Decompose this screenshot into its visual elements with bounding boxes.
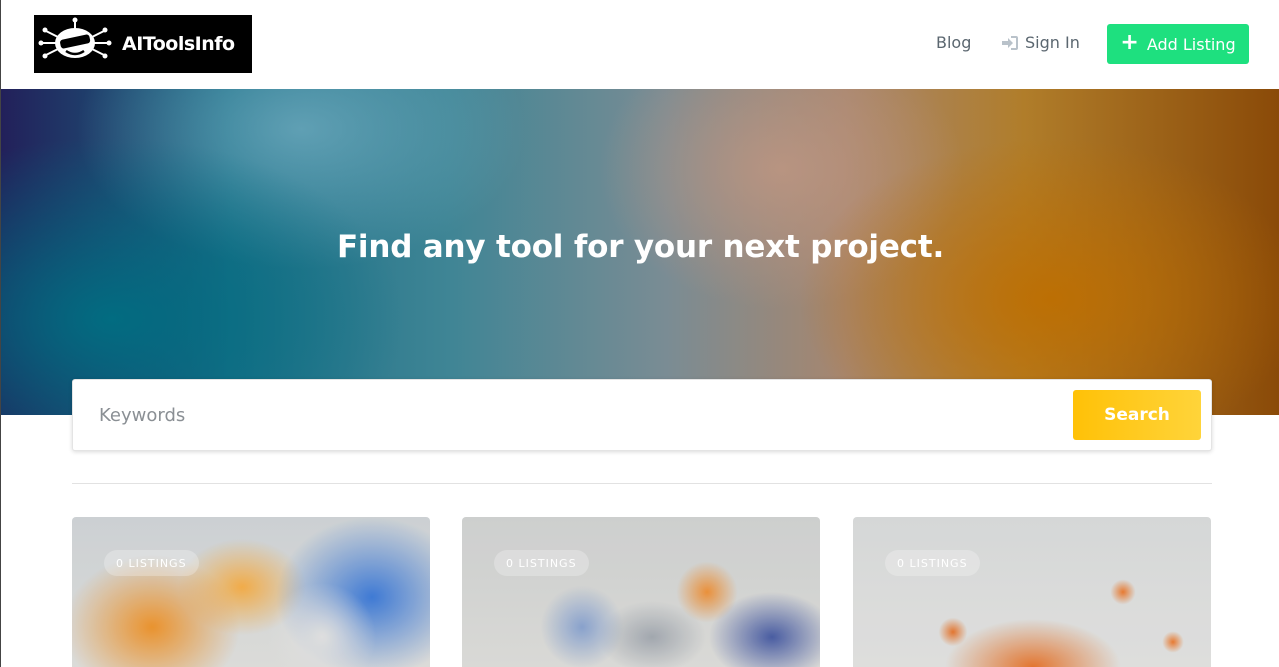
plus-icon: + xyxy=(1120,30,1139,55)
hero-banner: Find any tool for your next project. xyxy=(1,89,1279,415)
listings-count-badge: 0 LISTINGS xyxy=(104,550,199,576)
category-card[interactable]: 0 LISTINGS xyxy=(72,517,430,667)
category-card[interactable]: 0 LISTINGS xyxy=(853,517,1211,667)
robot-logo-icon xyxy=(34,15,116,73)
add-listing-label: Add Listing xyxy=(1146,34,1236,54)
card-image xyxy=(853,517,1211,667)
card-image xyxy=(72,517,430,667)
keywords-input[interactable] xyxy=(85,390,1065,440)
site-logo[interactable]: AIToolsInfo xyxy=(34,15,252,73)
listings-count-badge: 0 LISTINGS xyxy=(885,550,980,576)
search-button[interactable]: Search xyxy=(1073,390,1201,440)
card-image xyxy=(462,517,820,667)
listings-count-badge: 0 LISTINGS xyxy=(494,550,589,576)
section-divider xyxy=(72,483,1212,484)
add-listing-button[interactable]: + Add Listing xyxy=(1107,24,1249,64)
sign-in-label: Sign In xyxy=(1025,33,1080,52)
logo-text: AIToolsInfo xyxy=(122,33,235,55)
sign-in-icon xyxy=(1002,35,1018,50)
site-header: AIToolsInfo Blog Sign In + Add Listing xyxy=(1,0,1279,89)
category-card[interactable]: 0 LISTINGS xyxy=(462,517,820,667)
nav-sign-in-link[interactable]: Sign In xyxy=(1001,33,1080,52)
hero-title: Find any tool for your next project. xyxy=(336,229,945,265)
search-bar: Search xyxy=(72,379,1212,451)
nav-blog-link[interactable]: Blog xyxy=(936,33,971,52)
